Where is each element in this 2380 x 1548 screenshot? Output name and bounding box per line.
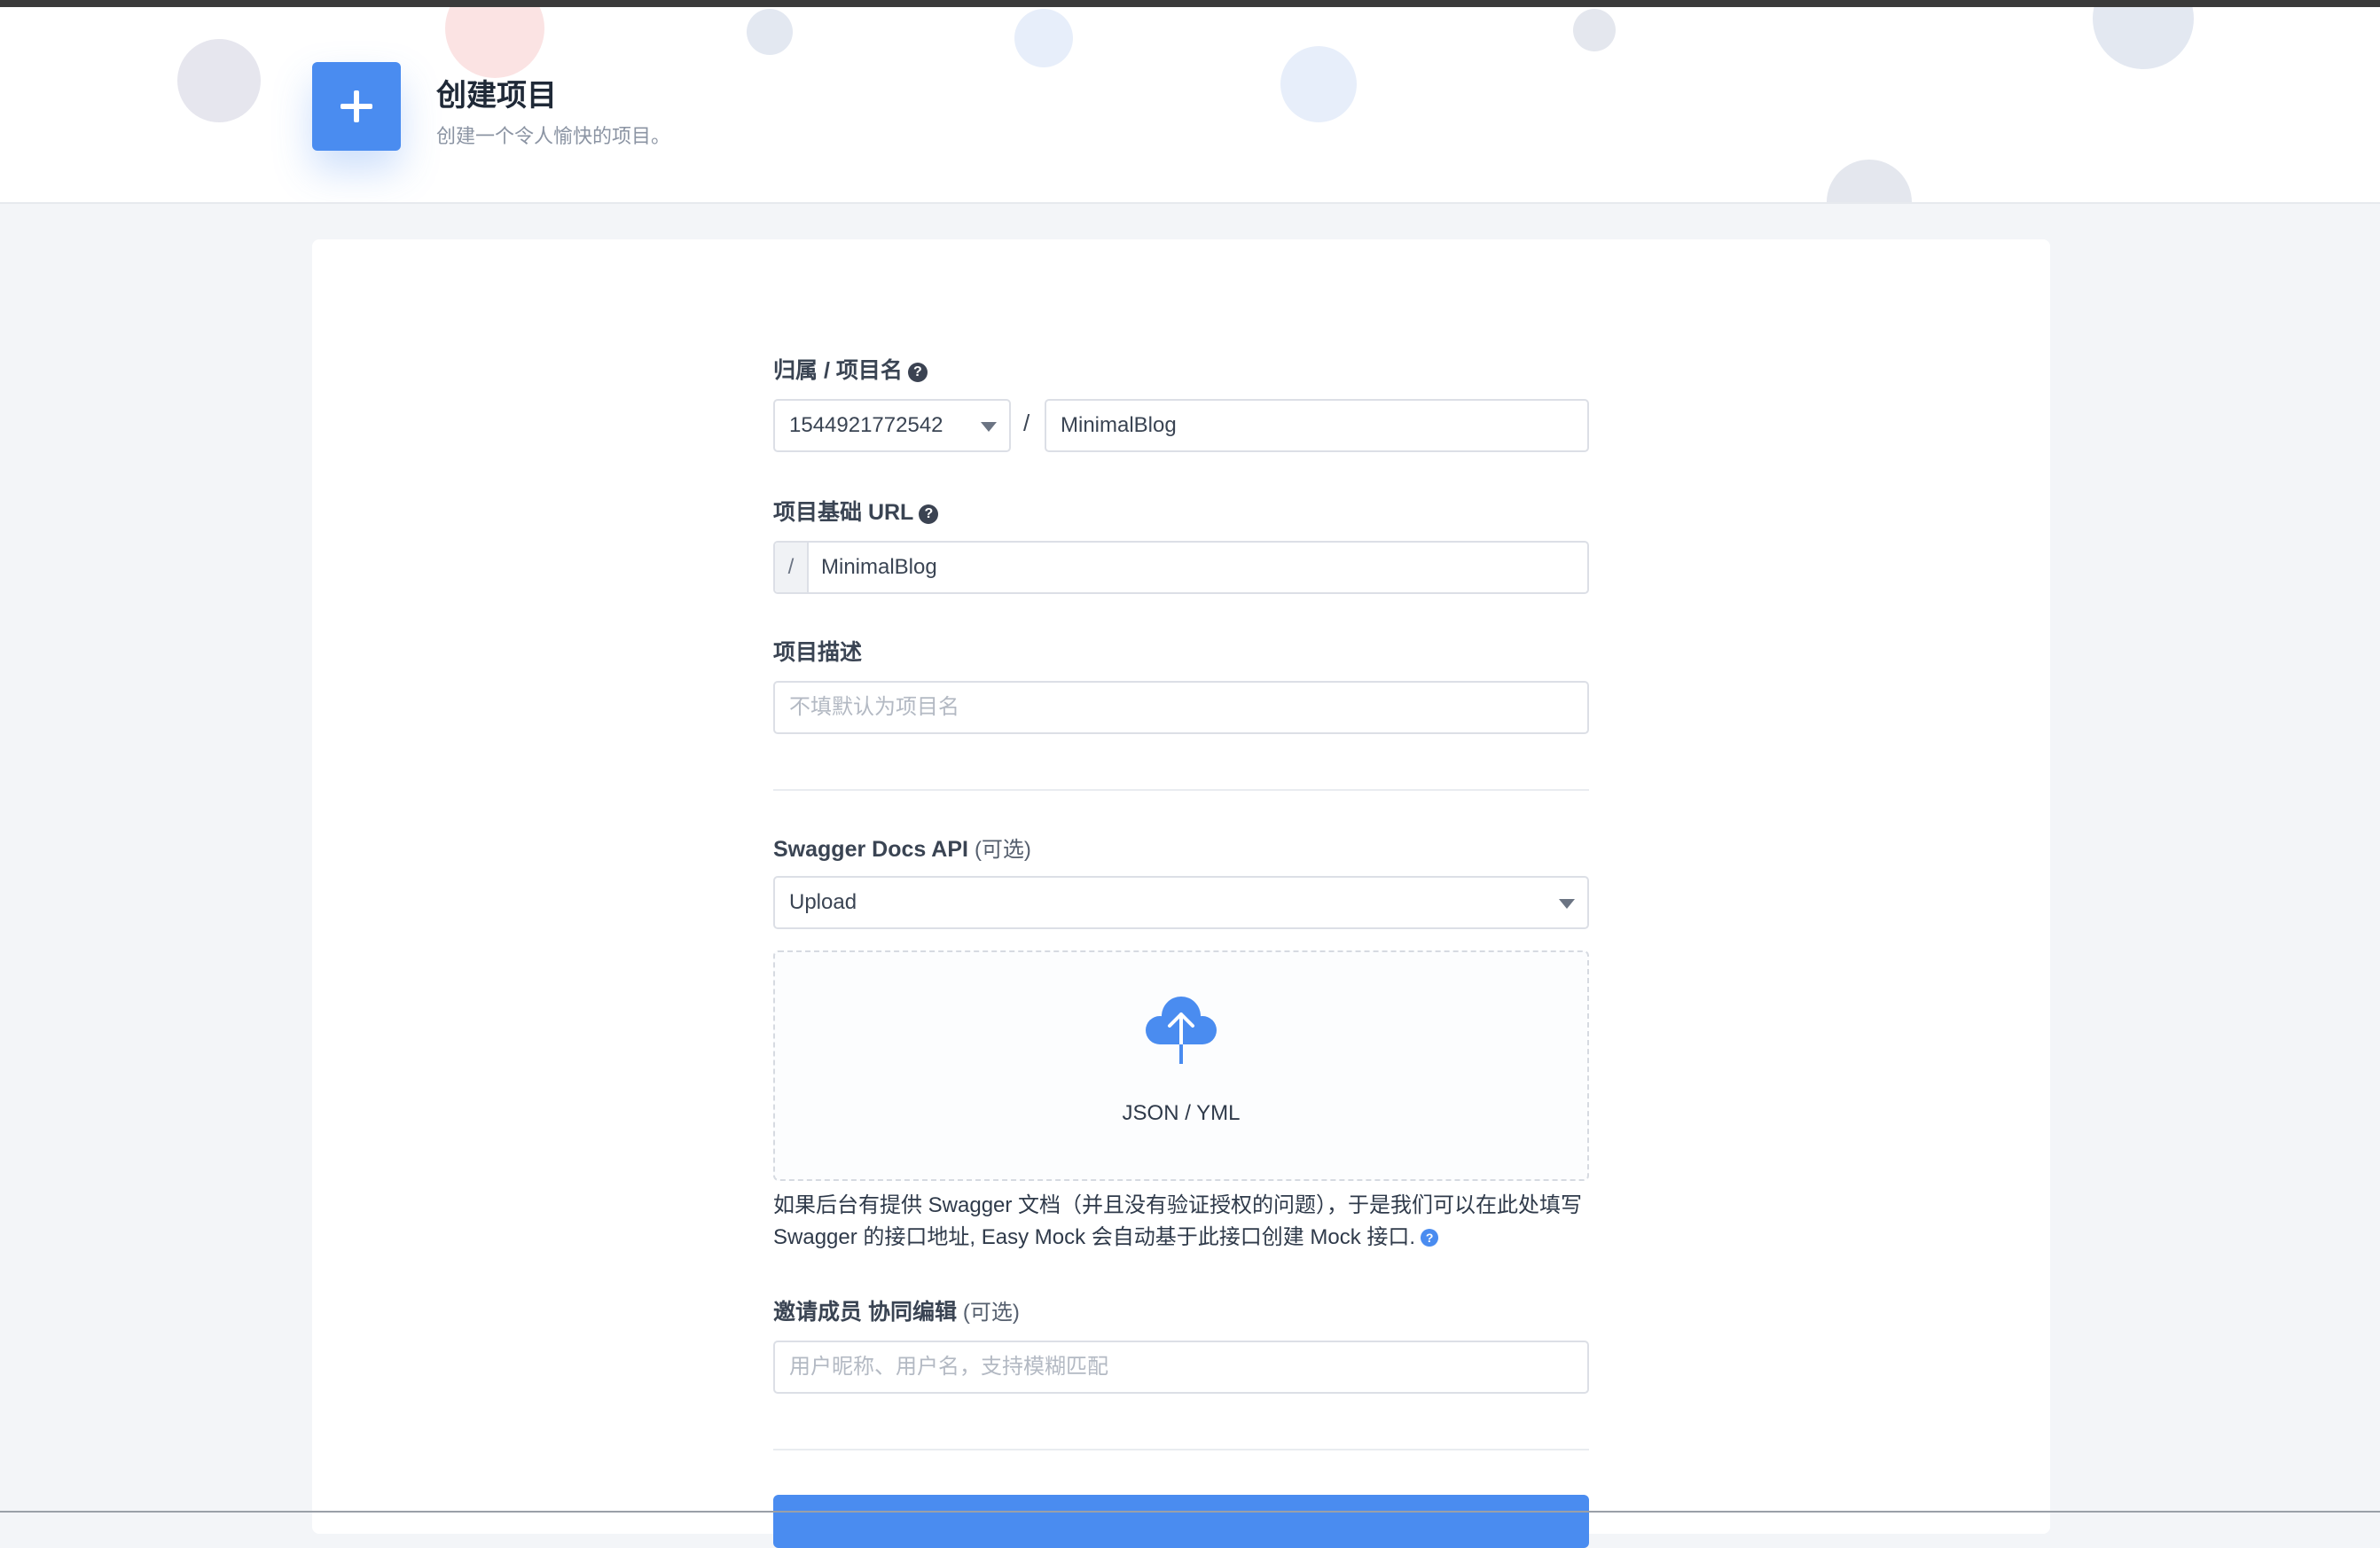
section-divider xyxy=(773,789,1589,791)
cloud-upload-icon xyxy=(1146,997,1217,1066)
owner-select-value: 1544921772542 xyxy=(789,413,943,437)
owner-select[interactable]: 1544921772542 xyxy=(773,399,1011,452)
decor-bubble xyxy=(1280,46,1357,122)
caret-down-icon xyxy=(1559,899,1575,909)
decor-bubble xyxy=(1827,160,1912,202)
description-placeholder: 不填默认为项目名 xyxy=(789,695,959,719)
swagger-help-text: 如果后台有提供 Swagger 文档（并且没有验证授权的问题），于是我们可以在此… xyxy=(773,1193,1583,1249)
invite-label: 邀请成员 协同编辑 (可选) xyxy=(773,1300,1020,1325)
page-header: 创建项目 创建一个令人愉快的项目。 xyxy=(0,7,2380,204)
question-circle-icon[interactable]: ? xyxy=(907,363,928,382)
decor-bubble xyxy=(177,39,261,122)
swagger-mode-select[interactable]: Upload xyxy=(773,876,1589,929)
project-name-value: MinimalBlog xyxy=(1061,413,1177,437)
create-project-button[interactable] xyxy=(773,1495,1589,1548)
project-name-input[interactable]: MinimalBlog xyxy=(1045,399,1589,452)
question-circle-icon[interactable]: ? xyxy=(1421,1229,1439,1247)
owner-project-label: 归属 / 项目名? xyxy=(773,353,928,385)
upload-formats-text: JSON / YML xyxy=(1122,1101,1241,1125)
decor-bubble xyxy=(747,9,793,55)
upload-dropzone[interactable]: JSON / YML xyxy=(773,950,1589,1181)
page-subtitle: 创建一个令人愉快的项目。 xyxy=(436,125,671,147)
create-project-badge xyxy=(312,62,401,151)
question-circle-icon[interactable]: ? xyxy=(919,504,939,524)
decor-bubble xyxy=(2093,7,2194,69)
window-top-border xyxy=(0,0,2380,7)
base-url-label: 项目基础 URL? xyxy=(773,495,939,527)
caret-down-icon xyxy=(981,422,997,432)
decor-bubble xyxy=(1014,9,1073,67)
optional-tag: (可选) xyxy=(962,1301,1020,1325)
base-url-input[interactable]: / MinimalBlog xyxy=(773,541,1589,594)
optional-tag: (可选) xyxy=(974,838,1031,862)
owner-separator: / xyxy=(1023,410,1030,436)
decor-bubble xyxy=(445,7,544,78)
page-title: 创建项目 xyxy=(436,79,557,113)
base-url-prefix: / xyxy=(775,543,809,592)
swagger-label: Swagger Docs API (可选) xyxy=(773,837,1031,862)
section-divider xyxy=(773,1449,1589,1450)
invite-members-input[interactable]: 用户昵称、用户名，支持模糊匹配 xyxy=(773,1341,1589,1394)
decor-bubble xyxy=(1573,9,1616,51)
base-url-value: MinimalBlog xyxy=(821,555,937,579)
description-input[interactable]: 不填默认为项目名 xyxy=(773,681,1589,734)
invite-placeholder: 用户昵称、用户名，支持模糊匹配 xyxy=(789,1355,1108,1379)
plus-icon xyxy=(341,90,372,122)
description-label: 项目描述 xyxy=(773,640,863,665)
swagger-mode-value: Upload xyxy=(789,890,857,914)
window-bottom-border xyxy=(0,1511,2380,1513)
